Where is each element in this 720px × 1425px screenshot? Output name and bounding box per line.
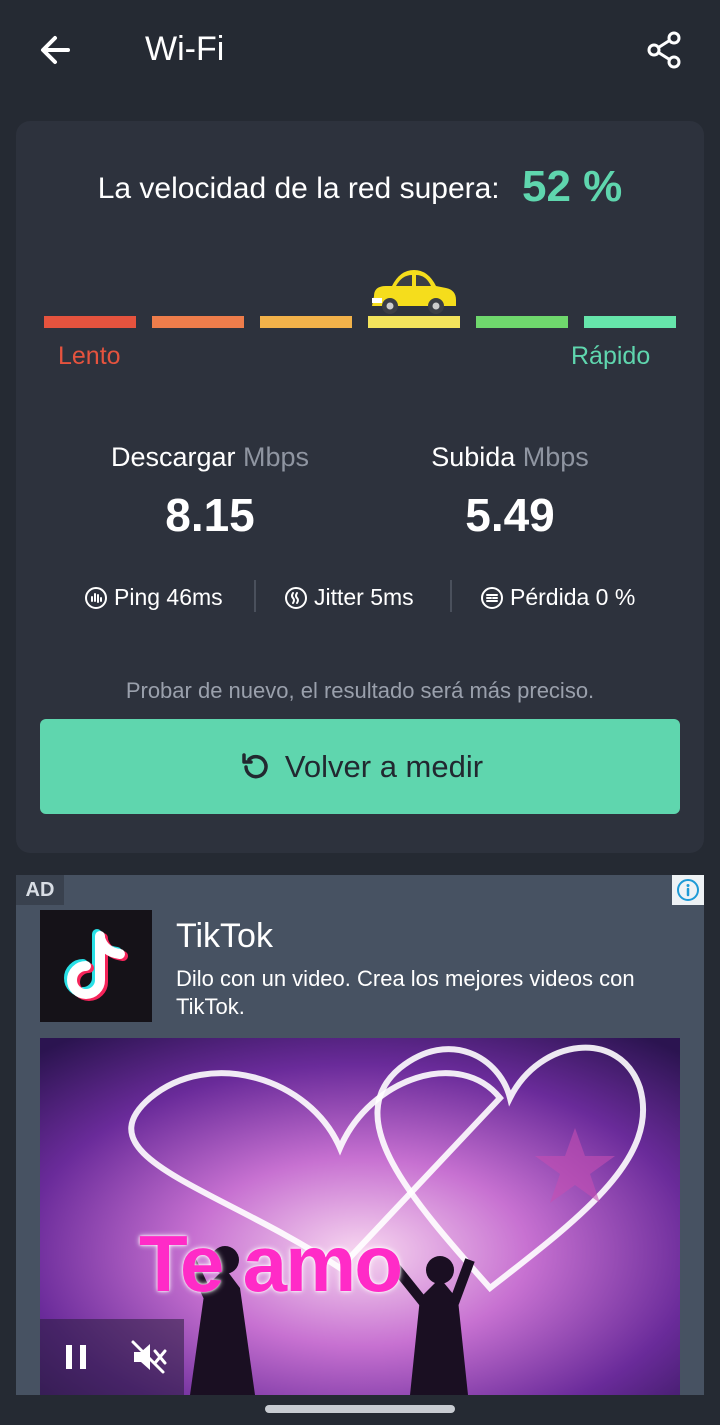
ad-badge: AD xyxy=(16,875,64,905)
retest-hint: Probar de nuevo, el resultado será más p… xyxy=(125,678,595,703)
video-controls xyxy=(40,1319,184,1395)
pause-icon[interactable] xyxy=(56,1337,96,1377)
app-bar: Wi-Fi xyxy=(0,0,720,104)
ad-banner[interactable]: AD TikTok Dilo con un video. Crea los me… xyxy=(16,875,704,1395)
loss-metric: Pérdida 0 % xyxy=(480,584,635,611)
jitter-text: Jitter 5ms xyxy=(314,584,414,610)
scale-label-slow: Lento xyxy=(58,342,121,370)
page-title: Wi-Fi xyxy=(145,30,225,68)
scale-segment-2 xyxy=(152,316,244,328)
packet-loss-icon xyxy=(481,586,503,609)
scale-segment-3 xyxy=(260,316,352,328)
retest-button[interactable]: Volver a medir xyxy=(40,719,680,814)
download-unit: Mbps xyxy=(243,442,310,472)
scale-label-fast: Rápido xyxy=(571,342,651,370)
ping-metric: Ping 46ms xyxy=(84,584,223,611)
ping-text: Ping 46ms xyxy=(114,584,223,610)
car-icon xyxy=(372,270,456,314)
ping-icon xyxy=(85,586,107,609)
speed-headline: La velocidad de la red supera: 52 % xyxy=(0,162,720,212)
download-value: 8.15 xyxy=(165,489,255,541)
gesture-nav-bar[interactable] xyxy=(265,1405,455,1413)
ad-info-icon[interactable] xyxy=(672,875,704,905)
metric-divider xyxy=(450,580,452,612)
scale-segment-5 xyxy=(476,316,568,328)
share-icon[interactable] xyxy=(642,28,686,72)
jitter-metric: Jitter 5ms xyxy=(284,584,414,611)
retest-button-label: Volver a medir xyxy=(284,748,484,784)
upload-label: Subida Mbps xyxy=(360,442,660,473)
refresh-icon xyxy=(242,752,268,778)
loss-text: Pérdida 0 % xyxy=(510,584,636,610)
ad-video[interactable]: Te amo xyxy=(40,1038,680,1395)
download-label-text: Descargar xyxy=(110,442,236,472)
upload-unit: Mbps xyxy=(522,442,589,472)
headline-text: La velocidad de la red supera: xyxy=(97,172,500,205)
scale-segment-1 xyxy=(44,316,136,328)
scale-segment-6 xyxy=(584,316,676,328)
jitter-icon xyxy=(285,586,307,609)
mute-icon[interactable] xyxy=(128,1337,168,1377)
download-label: Descargar Mbps xyxy=(60,442,360,473)
tiktok-logo-icon[interactable] xyxy=(40,910,152,1022)
ad-description: Dilo con un video. Crea los mejores vide… xyxy=(176,966,635,1019)
upload-value: 5.49 xyxy=(465,489,555,541)
ad-video-caption: Te amo xyxy=(138,1219,403,1308)
upload-label-text: Subida xyxy=(431,442,516,472)
percentile-value: 52 % xyxy=(522,162,623,211)
metric-divider xyxy=(254,580,256,612)
ad-title[interactable]: TikTok xyxy=(176,917,273,956)
back-arrow-icon[interactable] xyxy=(34,28,78,72)
